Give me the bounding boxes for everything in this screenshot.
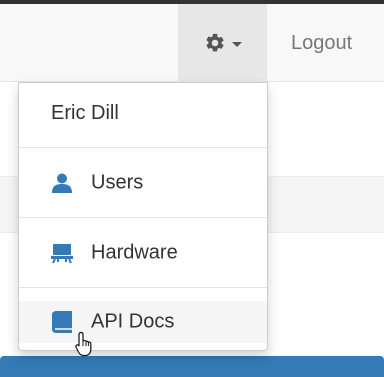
divider bbox=[19, 217, 267, 218]
logout-link[interactable]: Logout bbox=[291, 32, 352, 55]
menu-item-api-docs[interactable]: API Docs bbox=[19, 301, 267, 343]
gear-icon bbox=[205, 33, 224, 52]
divider bbox=[19, 147, 267, 148]
user-icon bbox=[52, 173, 72, 193]
hardware-icon bbox=[51, 244, 73, 264]
menu-item-label: Users bbox=[91, 171, 144, 194]
menu-item-label: Hardware bbox=[91, 241, 178, 264]
menu-item-label: API Docs bbox=[91, 310, 175, 333]
primary-bar bbox=[0, 356, 384, 377]
menu-item-users[interactable]: Users bbox=[19, 151, 267, 215]
settings-dropdown-menu: Eric Dill Users Hardware API Docs bbox=[18, 82, 268, 351]
divider bbox=[19, 287, 267, 288]
dropdown-header: Eric Dill bbox=[51, 102, 119, 124]
caret-down-icon bbox=[231, 41, 242, 47]
book-icon bbox=[52, 311, 72, 333]
menu-item-hardware[interactable]: Hardware bbox=[19, 221, 267, 285]
settings-dropdown-toggle[interactable] bbox=[178, 4, 267, 82]
